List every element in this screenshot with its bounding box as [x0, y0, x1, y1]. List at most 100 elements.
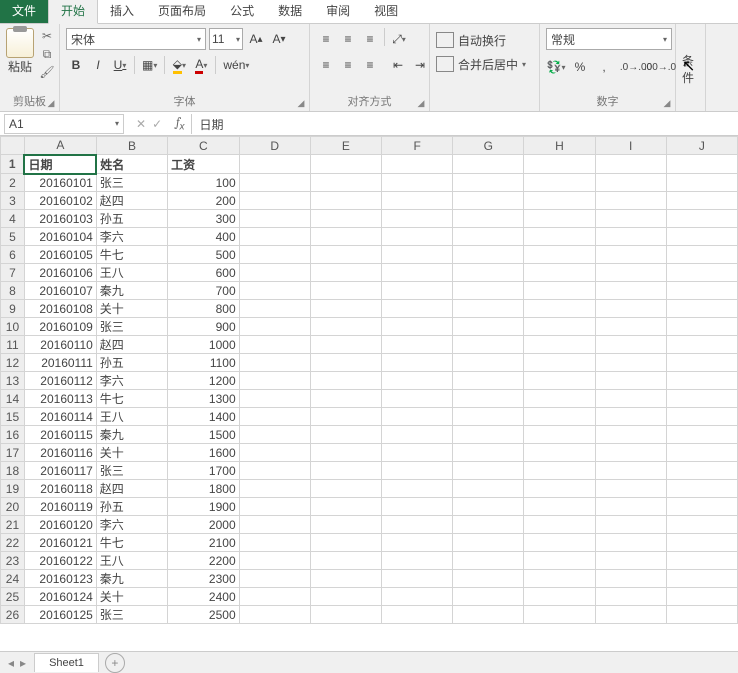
cell[interactable] [382, 192, 453, 210]
cell[interactable]: 2300 [168, 570, 240, 588]
cell[interactable] [453, 606, 524, 624]
cell[interactable]: 王八 [96, 408, 167, 426]
cell[interactable] [666, 588, 737, 606]
row-header[interactable]: 20 [1, 498, 25, 516]
cell[interactable] [310, 210, 381, 228]
cell[interactable] [310, 570, 381, 588]
cell[interactable]: 王八 [96, 552, 167, 570]
cell[interactable] [524, 210, 595, 228]
cell[interactable]: 2100 [168, 534, 240, 552]
align-top-icon[interactable]: ≡ [316, 28, 336, 50]
cell[interactable] [310, 588, 381, 606]
cell[interactable]: 姓名 [96, 155, 167, 174]
cell[interactable] [453, 174, 524, 192]
cell[interactable]: 2200 [168, 552, 240, 570]
cell[interactable] [382, 534, 453, 552]
cell[interactable] [595, 480, 666, 498]
row-header[interactable]: 24 [1, 570, 25, 588]
cell[interactable] [382, 336, 453, 354]
indent-decrease-icon[interactable]: ⇤ [388, 54, 408, 76]
cell[interactable] [382, 426, 453, 444]
cell[interactable] [666, 480, 737, 498]
cell[interactable] [666, 390, 737, 408]
phonetic-button[interactable]: wén▾ [220, 54, 252, 76]
cell[interactable]: 秦九 [96, 282, 167, 300]
cell[interactable] [595, 426, 666, 444]
cell[interactable] [524, 282, 595, 300]
cell[interactable]: 500 [168, 246, 240, 264]
cell[interactable] [524, 174, 595, 192]
cell[interactable]: 20160114 [24, 408, 96, 426]
column-header[interactable]: B [96, 137, 167, 155]
copy-icon[interactable]: ⧉ [38, 46, 56, 62]
underline-button[interactable]: U ▾ [110, 54, 130, 76]
cell[interactable] [524, 588, 595, 606]
cell[interactable] [382, 408, 453, 426]
cell[interactable] [595, 300, 666, 318]
cell[interactable]: 1500 [168, 426, 240, 444]
cell[interactable] [666, 300, 737, 318]
cell[interactable]: 工资 [168, 155, 240, 174]
cell[interactable]: 20160104 [24, 228, 96, 246]
cell[interactable] [310, 336, 381, 354]
font-color-button[interactable]: A▾ [191, 54, 211, 76]
tab-formulas[interactable]: 公式 [218, 0, 266, 23]
row-header[interactable]: 15 [1, 408, 25, 426]
row-header[interactable]: 21 [1, 516, 25, 534]
cell[interactable] [382, 372, 453, 390]
cell[interactable]: 日期 [24, 155, 96, 174]
cell[interactable] [453, 228, 524, 246]
cell[interactable]: 20160101 [24, 174, 96, 192]
row-header[interactable]: 10 [1, 318, 25, 336]
cell[interactable]: 牛七 [96, 390, 167, 408]
cell[interactable] [524, 462, 595, 480]
cell[interactable] [453, 408, 524, 426]
select-all-corner[interactable] [1, 137, 25, 155]
cell[interactable] [524, 300, 595, 318]
cell[interactable] [453, 246, 524, 264]
cell[interactable] [239, 534, 310, 552]
cell[interactable] [595, 210, 666, 228]
name-box[interactable]: A1▾ [4, 114, 124, 134]
cell[interactable] [453, 570, 524, 588]
cell[interactable] [382, 300, 453, 318]
cell[interactable] [453, 318, 524, 336]
cell[interactable]: 李六 [96, 372, 167, 390]
cell[interactable] [595, 174, 666, 192]
cell[interactable]: 赵四 [96, 480, 167, 498]
cell[interactable] [595, 606, 666, 624]
cell[interactable] [453, 155, 524, 174]
cell[interactable] [453, 444, 524, 462]
cell[interactable] [382, 228, 453, 246]
cell[interactable] [595, 552, 666, 570]
align-launcher-icon[interactable]: ◢ [415, 97, 427, 109]
cell[interactable]: 20160112 [24, 372, 96, 390]
cell[interactable]: 1900 [168, 498, 240, 516]
tab-data[interactable]: 数据 [266, 0, 314, 23]
cell[interactable] [239, 444, 310, 462]
cell[interactable]: 20160110 [24, 336, 96, 354]
cell[interactable] [453, 372, 524, 390]
cell[interactable]: 牛七 [96, 246, 167, 264]
row-header[interactable]: 14 [1, 390, 25, 408]
cell[interactable] [239, 155, 310, 174]
column-header[interactable]: C [168, 137, 240, 155]
cell[interactable] [666, 210, 737, 228]
cell[interactable] [453, 336, 524, 354]
cell[interactable] [382, 264, 453, 282]
cell[interactable] [595, 282, 666, 300]
cell[interactable]: 20160106 [24, 264, 96, 282]
font-name-select[interactable]: 宋体▾ [66, 28, 206, 50]
cell[interactable] [666, 228, 737, 246]
cell[interactable]: 20160108 [24, 300, 96, 318]
cell[interactable] [453, 264, 524, 282]
cell[interactable] [453, 390, 524, 408]
row-header[interactable]: 19 [1, 480, 25, 498]
tab-pagelayout[interactable]: 页面布局 [146, 0, 218, 23]
cell[interactable]: 2500 [168, 606, 240, 624]
cell[interactable] [239, 552, 310, 570]
cell[interactable] [666, 606, 737, 624]
column-header[interactable]: D [239, 137, 310, 155]
cell[interactable] [310, 300, 381, 318]
cell[interactable]: 20160103 [24, 210, 96, 228]
